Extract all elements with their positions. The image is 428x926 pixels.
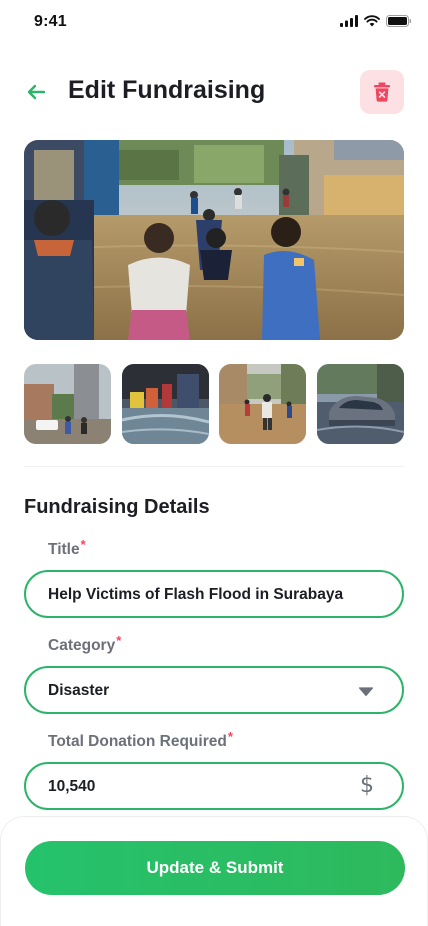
update-submit-button[interactable]: Update & Submit xyxy=(25,841,405,895)
flood-legs-thumbnail xyxy=(121,364,209,444)
total-donation-field[interactable]: 10,540 $ xyxy=(24,762,404,810)
thumbnail-1[interactable] xyxy=(24,364,111,444)
total-donation-label-text: Total Donation Required xyxy=(48,733,227,750)
thumbnail-strip xyxy=(24,364,404,444)
back-button[interactable] xyxy=(24,80,48,104)
caret-down-icon xyxy=(358,687,374,697)
flood-photo xyxy=(24,140,404,340)
delete-button[interactable] xyxy=(360,70,404,114)
total-donation-value: 10,540 xyxy=(48,778,96,795)
required-mark: * xyxy=(227,729,233,744)
category-label: Category* xyxy=(48,633,121,655)
arrow-left-icon xyxy=(27,84,46,100)
flooded-road-thumbnail xyxy=(219,364,307,444)
category-value: Disaster xyxy=(48,682,110,699)
title-label-text: Title xyxy=(48,541,80,558)
flood-street-thumbnail xyxy=(24,364,111,444)
thumbnail-4[interactable] xyxy=(316,364,404,444)
main-photo[interactable] xyxy=(24,140,404,340)
thumbnail-2[interactable] xyxy=(121,364,209,444)
category-select[interactable]: Disaster xyxy=(24,666,404,714)
title-value: Help Victims of Flash Flood in Surabaya xyxy=(48,586,344,603)
cellular-signal-icon xyxy=(340,15,358,27)
category-label-text: Category xyxy=(48,637,116,654)
bottom-action-bar: Update & Submit xyxy=(0,816,428,926)
section-title: Fundraising Details xyxy=(24,496,210,518)
trash-icon xyxy=(374,82,390,102)
flooded-car-thumbnail xyxy=(316,364,404,444)
title-label: Title* xyxy=(48,537,86,559)
status-time: 9:41 xyxy=(34,13,67,30)
status-bar: 9:41 xyxy=(0,0,428,44)
title-field[interactable]: Help Victims of Flash Flood in Surabaya xyxy=(24,570,404,618)
required-mark: * xyxy=(80,537,86,552)
battery-icon xyxy=(386,15,412,27)
header: Edit Fundraising xyxy=(0,70,428,114)
wifi-icon xyxy=(364,15,380,27)
thumbnail-3[interactable] xyxy=(219,364,307,444)
divider xyxy=(24,466,404,467)
page-title: Edit Fundraising xyxy=(68,76,266,104)
total-donation-label: Total Donation Required* xyxy=(48,729,233,751)
dollar-icon: $ xyxy=(360,773,374,798)
status-icons xyxy=(340,15,412,27)
required-mark: * xyxy=(116,633,122,648)
